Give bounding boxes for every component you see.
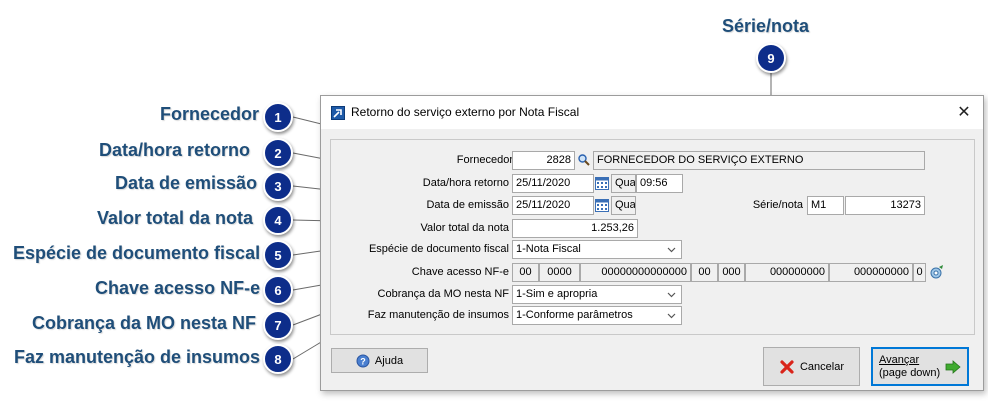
svg-text:?: ? — [360, 356, 366, 366]
callout-badge-3: 3 — [263, 171, 293, 201]
serie-input[interactable]: M1 — [807, 196, 844, 215]
callout-badge-8: 8 — [263, 344, 293, 374]
data-emissao-label: Data de emissão — [426, 199, 509, 211]
ajuda-button[interactable]: ? Ajuda — [331, 348, 428, 373]
chave-part-dv: 0 — [913, 263, 926, 282]
cancelar-button[interactable]: Cancelar — [763, 347, 860, 386]
manutencao-label: Faz manutenção de insumos — [367, 309, 509, 321]
chevron-down-icon — [667, 247, 676, 253]
especie-value: 1-Nota Fiscal — [516, 243, 581, 255]
cobranca-label: Cobrança da MO nesta NF — [377, 288, 509, 300]
window-title: Retorno do serviço externo por Nota Fisc… — [351, 105, 580, 119]
callout-label-data-emissao: Data de emissão — [115, 173, 258, 193]
calendar-icon[interactable] — [594, 197, 610, 213]
arrow-right-icon — [945, 360, 961, 374]
callout-badge-7: 7 — [263, 310, 293, 340]
chevron-down-icon — [667, 313, 676, 319]
weekday-retorno-field: Qua — [611, 174, 636, 193]
callout-badge-9: 9 — [756, 43, 786, 73]
data-retorno-input[interactable]: 25/11/2020 — [512, 174, 594, 193]
close-icon: ✕ — [957, 104, 971, 121]
title-bar: Retorno do serviço externo por Nota Fisc… — [321, 96, 983, 129]
chave-part-aamm: 0000 — [539, 263, 580, 282]
avancar-button[interactable]: Avançar (page down) — [871, 347, 969, 386]
serie-nota-label: Série/nota — [752, 199, 803, 211]
valor-total-input[interactable]: 1.253,26 — [512, 219, 638, 238]
nfe-key-icon[interactable] — [929, 264, 945, 280]
callout-badge-4: 4 — [263, 205, 293, 235]
dialog-window: Retorno do serviço externo por Nota Fisc… — [320, 95, 984, 391]
search-icon[interactable] — [576, 152, 592, 168]
avancar-text: Avançar (page down) — [879, 354, 940, 380]
nota-input[interactable]: 13273 — [845, 196, 925, 215]
chevron-down-icon — [667, 292, 676, 298]
callout-label-especie: Espécie de documento fiscal — [13, 243, 261, 263]
chave-part-numero: 000000000 — [745, 263, 829, 282]
cobranca-select[interactable]: 1-Sim e apropria — [512, 285, 682, 304]
chave-part-uf: 00 — [512, 263, 539, 282]
data-hora-retorno-label: Data/hora retorno — [422, 177, 509, 189]
chave-part-serie: 000 — [718, 263, 745, 282]
fornecedor-label: Fornecedor — [456, 154, 513, 166]
callout-label-chave: Chave acesso NF-e — [95, 278, 261, 298]
callout-badge-2: 2 — [263, 138, 293, 168]
close-button[interactable]: ✕ — [953, 102, 975, 122]
ajuda-label: Ajuda — [374, 354, 404, 367]
help-icon: ? — [356, 354, 370, 367]
callout-label-manutencao: Faz manutenção de insumos — [14, 347, 261, 367]
valor-total-label: Valor total da nota — [420, 222, 509, 234]
callout-badge-6: 6 — [263, 275, 293, 305]
chave-label: Chave acesso NF-e — [411, 266, 509, 278]
fornecedor-code-input[interactable]: 2828 — [512, 151, 575, 170]
callout-label-valor-total: Valor total da nota — [97, 208, 254, 228]
callout-badge-1: 1 — [263, 102, 293, 132]
especie-select[interactable]: 1-Nota Fiscal — [512, 240, 682, 259]
avancar-shortcut: (page down) — [879, 366, 941, 379]
form-panel: Fornecedor 2828 FORNECEDOR DO SERVIÇO EX… — [330, 139, 975, 335]
fornecedor-name-field: FORNECEDOR DO SERVIÇO EXTERNO — [593, 151, 925, 170]
especie-label: Espécie de documento fiscal — [368, 243, 509, 255]
weekday-emissao-field: Qua — [611, 196, 636, 215]
callout-label-data-hora-retorno: Data/hora retorno — [99, 140, 251, 160]
callout-badge-5: 5 — [263, 240, 293, 270]
chave-part-codigo: 000000000 — [829, 263, 913, 282]
callout-label-fornecedor: Fornecedor — [160, 104, 260, 124]
callout-label-cobranca: Cobrança da MO nesta NF — [32, 313, 257, 333]
cancel-x-icon — [780, 359, 794, 374]
manutencao-value: 1-Conforme parâmetros — [516, 309, 633, 321]
calendar-icon[interactable] — [594, 175, 610, 191]
data-emissao-input[interactable]: 25/11/2020 — [512, 196, 594, 215]
app-icon — [331, 106, 345, 120]
chave-part-modelo: 00 — [691, 263, 718, 282]
manutencao-select[interactable]: 1-Conforme parâmetros — [512, 306, 682, 325]
hora-retorno-input[interactable]: 09:56 — [636, 174, 683, 193]
callout-label-serie-nota: Série/nota — [722, 16, 810, 36]
avancar-label: Avançar — [879, 353, 920, 366]
chave-part-cnpj: 00000000000000 — [580, 263, 691, 282]
cancelar-label: Cancelar — [799, 360, 845, 373]
cobranca-value: 1-Sim e apropria — [516, 288, 598, 300]
